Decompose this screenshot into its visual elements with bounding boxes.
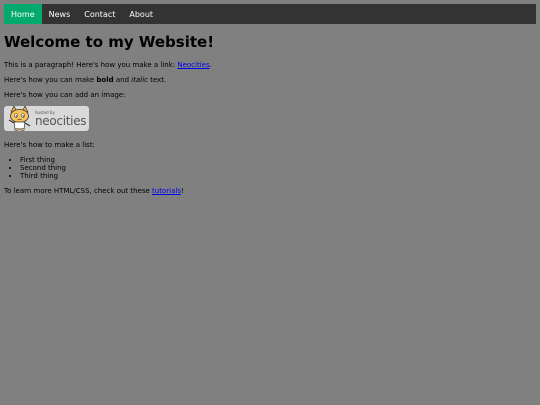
paragraph-text: Here's how you can make <box>4 76 97 84</box>
paragraph-image: Here's how you can add an image: <box>4 91 126 99</box>
page: Home News Contact About Welcome to my We… <box>0 0 540 405</box>
list-item: First thing <box>20 156 534 164</box>
neocities-link[interactable]: Neocities <box>177 61 209 69</box>
list-item: Second thing <box>20 164 534 172</box>
badge-wrapper: hosted by neocities <box>4 106 534 132</box>
nav-item-contact[interactable]: Contact <box>77 4 122 24</box>
italic-text: italic <box>131 76 148 84</box>
badge-neocities-text: neocities <box>35 114 87 128</box>
paragraph-list-intro: Here's how to make a list: <box>4 141 95 149</box>
paragraph-text: This is a paragraph! Here's how you make… <box>4 61 178 69</box>
neocities-badge-image: hosted by neocities <box>4 106 89 131</box>
paragraph-text: To learn more HTML/CSS, check out these <box>4 187 153 195</box>
paragraph-link: This is a paragraph! Here's how you make… <box>4 61 534 69</box>
item-list: First thing Second thing Third thing <box>4 156 534 180</box>
paragraph-text: ! <box>180 187 184 195</box>
paragraph-tutorials: To learn more HTML/CSS, check out these … <box>4 187 534 195</box>
nav-item-about[interactable]: About <box>122 4 160 24</box>
main-content: Welcome to my Website! This is a paragra… <box>4 33 534 202</box>
paragraph-text: text. <box>147 76 167 84</box>
list-item: Third thing <box>20 172 534 180</box>
neocities-cat-logo-icon <box>8 106 31 131</box>
page-title: Welcome to my Website! <box>4 33 215 51</box>
tutorials-link[interactable]: tutorials <box>152 187 181 195</box>
paragraph-formatting: Here's how you can make bold and italic … <box>4 76 534 84</box>
bold-text: bold <box>96 76 114 84</box>
nav-item-news[interactable]: News <box>42 4 78 24</box>
navbar: Home News Contact About <box>4 4 536 24</box>
nav-item-home[interactable]: Home <box>4 4 42 24</box>
paragraph-text: . <box>209 61 212 69</box>
paragraph-text: and <box>113 76 132 84</box>
